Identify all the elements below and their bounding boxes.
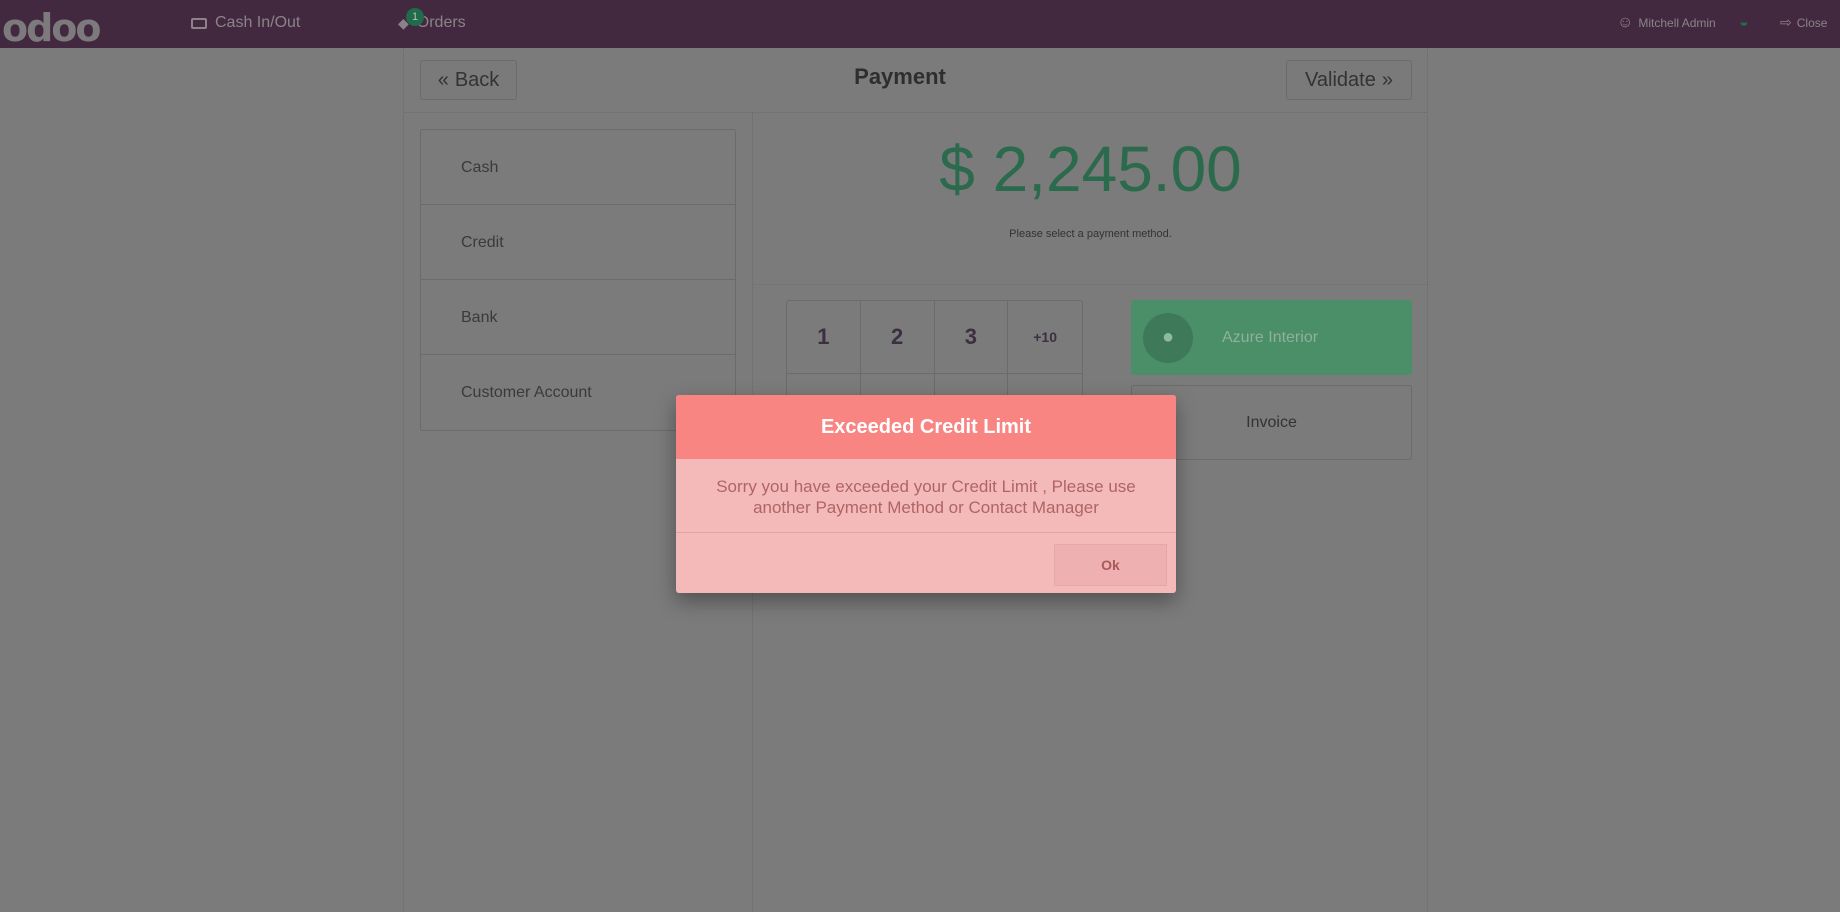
- back-button[interactable]: « Back: [420, 60, 517, 100]
- user-icon: ●: [1143, 312, 1193, 363]
- close-button[interactable]: ⇨ Close: [1780, 14, 1827, 31]
- customer-button[interactable]: ● Azure Interior: [1131, 300, 1412, 375]
- validate-label: Validate: [1305, 68, 1376, 91]
- close-label: Close: [1796, 15, 1828, 30]
- total-amount: $ 2,245.00: [939, 133, 1242, 205]
- orders-button[interactable]: ◆ 1 Orders: [398, 8, 466, 32]
- user-name: Mitchell Admin: [1638, 16, 1716, 30]
- orders-label: Orders: [416, 14, 466, 31]
- numpad-key-plus10[interactable]: +10: [1008, 301, 1082, 374]
- wifi-icon: ◒: [1739, 14, 1749, 31]
- double-chevron-left-icon: «: [437, 68, 449, 91]
- payment-method-cash[interactable]: Cash: [421, 130, 735, 205]
- page-title: Payment: [854, 64, 946, 89]
- cash-in-out-button[interactable]: Cash In/Out: [191, 14, 300, 32]
- top-bar: odoo Cash In/Out ◆ 1 Orders ☺ Mitchell A…: [0, 0, 1840, 50]
- invoice-label: Invoice: [1246, 413, 1297, 431]
- payment-methods-list: Cash Credit Bank Customer Account: [420, 129, 736, 431]
- user-avatar-icon: ☺: [1617, 14, 1634, 31]
- validate-button[interactable]: Validate »: [1286, 60, 1412, 100]
- dialog-title: Exceeded Credit Limit: [676, 395, 1176, 459]
- numpad-key-1[interactable]: 1: [787, 301, 861, 374]
- orders-badge: 1: [406, 8, 424, 26]
- credit-limit-dialog: Exceeded Credit Limit Sorry you have exc…: [676, 395, 1176, 593]
- odoo-logo: odoo: [2, 6, 102, 50]
- divider: [404, 112, 1427, 113]
- back-label: Back: [454, 68, 500, 91]
- user-button[interactable]: ☺ Mitchell Admin: [1617, 14, 1716, 32]
- payment-method-bank[interactable]: Bank: [421, 280, 735, 355]
- numpad-key-2[interactable]: 2: [860, 301, 935, 374]
- double-chevron-right-icon: »: [1381, 68, 1393, 91]
- numpad-key-3[interactable]: 3: [934, 301, 1009, 374]
- dialog-message: Sorry you have exceeded your Credit Limi…: [676, 459, 1176, 533]
- ok-button[interactable]: Ok: [1054, 544, 1167, 586]
- divider: [753, 284, 1428, 285]
- customer-name: Azure Interior: [1222, 328, 1319, 346]
- payment-method-credit[interactable]: Credit: [421, 205, 735, 280]
- sign-out-icon: ⇨: [1780, 14, 1792, 30]
- cash-icon: [191, 17, 207, 29]
- payment-hint: Please select a payment method.: [1009, 228, 1172, 240]
- cash-in-out-label: Cash In/Out: [215, 14, 301, 31]
